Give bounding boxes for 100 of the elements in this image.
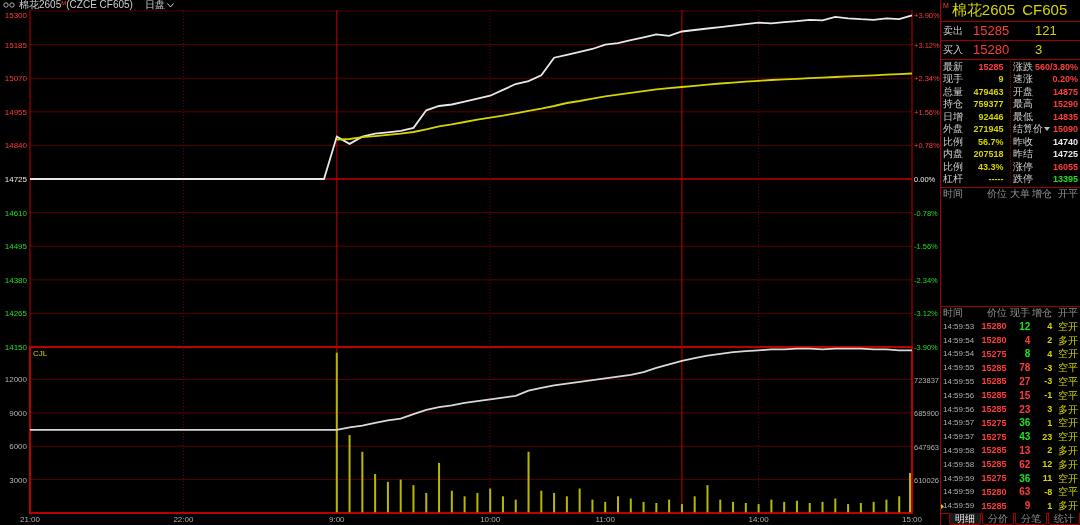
tick-time: 14:59:54 (943, 336, 976, 345)
tick-price: 15285 (980, 377, 1007, 387)
stat-value: 56.7% (977, 136, 1004, 148)
stat-value: 16055 (1052, 161, 1078, 173)
tick-action: 空平 (1057, 363, 1078, 374)
quote-volume: 3 (1035, 41, 1043, 60)
axis-label: 14265 (4, 309, 27, 319)
tick-action: 空开 (1057, 432, 1078, 443)
axis-label: 15070 (4, 74, 27, 84)
tick-change: -3 (1043, 363, 1053, 373)
stat-label: 持仓 (943, 98, 963, 111)
tick-price: 15285 (980, 391, 1007, 401)
stat-label: 开盘 (1012, 86, 1033, 98)
column-header: 价位 (985, 308, 1007, 319)
tick-price: 15280 (980, 336, 1007, 346)
tab[interactable]: 分笔 (1015, 513, 1047, 525)
axis-label: 3000 (9, 475, 27, 485)
axis-label: 6000 (9, 442, 27, 452)
tick-change: 4 (1046, 322, 1053, 332)
tick-action: 多开 (1057, 445, 1078, 456)
axis-label: 14610 (4, 208, 27, 218)
axis-label: 15:00 (902, 515, 922, 524)
stat-label: 最低 (1012, 111, 1033, 123)
tick-action: 多开 (1057, 501, 1078, 512)
tick-price: 15285 (980, 460, 1007, 470)
tick-change: 1 (1046, 418, 1053, 428)
axis-label: 22:00 (173, 515, 194, 524)
quote-price: 15285 (973, 22, 1011, 41)
tick-action: 多开 (1057, 459, 1078, 470)
tick-change: -3 (1043, 377, 1053, 387)
axis-label: 14725 (4, 175, 27, 184)
tick-time: 14:59:53 (943, 322, 976, 331)
axis-label: 14150 (4, 343, 27, 352)
tick-volume: 43 (1018, 432, 1031, 443)
stat-label: 速涨 (1012, 73, 1033, 86)
tick-volume: 9 (1023, 501, 1031, 512)
axis-label: 14495 (4, 242, 27, 252)
tick-volume: 4 (1023, 335, 1031, 346)
stat-value: 560/3.80% (1034, 61, 1078, 73)
stat-label: 外盘 (943, 123, 963, 136)
stat-label: 内盘 (943, 148, 963, 161)
axis-label: 14380 (4, 275, 27, 285)
tick-time: 14:59:57 (943, 419, 976, 428)
stat-value: 9 (998, 73, 1004, 86)
axis-label: 14:00 (748, 515, 769, 524)
stat-label: 杠杆 (943, 173, 963, 186)
column-header: 价位 (985, 189, 1007, 200)
tick-change: 11 (1041, 474, 1053, 483)
tick-change: 2 (1046, 336, 1053, 346)
session-dropdown[interactable]: 日盘 (144, 0, 174, 10)
tick-volume: 8 (1023, 349, 1031, 360)
tick-price: 15285 (980, 501, 1007, 511)
column-header: 开平 (1057, 189, 1078, 200)
tick-action: 空开 (1057, 418, 1078, 429)
stat-value: ----- (988, 173, 1004, 186)
stat-value: 0.20% (1052, 73, 1078, 86)
stat-label: 结算价 (1012, 123, 1043, 136)
indicator-title: CJL (33, 349, 48, 358)
stat-value: 14875 (1052, 86, 1078, 98)
stat-value: 14835 (1052, 111, 1078, 123)
tick-change: -8 (1043, 487, 1053, 497)
axis-label: 14955 (4, 107, 27, 117)
tick-volume: 13 (1018, 445, 1031, 456)
axis-label: 10:00 (480, 515, 501, 524)
tick-time: 14:59:59 (943, 474, 976, 483)
stat-value: 15290 (1052, 98, 1078, 111)
tick-time: 14:59:59 (943, 502, 976, 511)
tick-change: 23 (1041, 432, 1053, 442)
tick-time: 14:59:56 (943, 391, 976, 400)
column-header: 增仓 (1031, 189, 1053, 200)
quote-label: 买入 (943, 43, 964, 58)
tick-price: 15275 (980, 432, 1007, 442)
instrument-code: CF605 (1022, 0, 1068, 20)
stat-label: 最高 (1012, 98, 1033, 111)
tick-price: 15280 (980, 322, 1007, 332)
stat-value: 271945 (973, 123, 1004, 136)
tick-volume: 12 (1018, 321, 1031, 332)
tab[interactable]: 明细 (949, 513, 981, 525)
tick-action: 多开 (1057, 404, 1078, 415)
quote-price: 15280 (973, 41, 1011, 60)
stat-label: 跌停 (1012, 173, 1033, 186)
column-header: 现手 (1009, 308, 1031, 319)
tick-volume: 78 (1018, 363, 1031, 374)
stat-label: 昨收 (1012, 136, 1033, 148)
stat-label: 总量 (943, 86, 963, 98)
stat-label: 最新 (943, 61, 963, 73)
stat-value: 15285 (978, 61, 1004, 73)
instrument-title: 棉花2605$^{M}$(CZCE CF605) (19, 0, 133, 10)
tab[interactable]: 统计 (1048, 513, 1080, 525)
tab[interactable]: 分价 (982, 513, 1014, 525)
tick-price: 15275 (980, 474, 1007, 483)
tick-change: 12 (1041, 460, 1053, 470)
tick-volume: 23 (1018, 404, 1031, 415)
tick-volume: 62 (1018, 459, 1031, 470)
stat-label: 比例 (943, 161, 963, 173)
axis-label: 15300 (4, 11, 27, 20)
tick-price: 15285 (980, 446, 1007, 456)
axis-label: 15185 (4, 40, 27, 50)
tick-change: -1 (1043, 391, 1053, 401)
tick-volume: 63 (1018, 487, 1031, 498)
